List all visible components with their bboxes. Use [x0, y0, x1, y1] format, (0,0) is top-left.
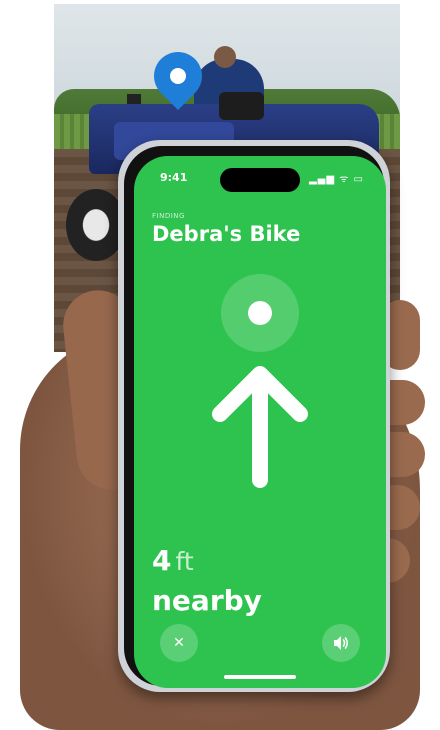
proximity-label: nearby	[152, 584, 262, 617]
find-my-screen: 9:41 ▂▄▆ ᯤ ▭ FINDING Debra's Bike 4 ft ne…	[134, 156, 386, 688]
speaker-icon	[334, 636, 349, 650]
target-dot	[248, 301, 272, 325]
location-pin-center	[170, 68, 186, 84]
driver-head	[214, 46, 236, 68]
device-name: Debra's Bike	[152, 222, 301, 246]
status-indicators: ▂▄▆ ᯤ ▭	[308, 174, 364, 185]
arrow-up-icon	[212, 366, 308, 488]
status-time: 9:41	[160, 171, 188, 184]
dynamic-island	[220, 168, 300, 192]
finding-label: FINDING	[152, 212, 185, 220]
tractor-wheel	[66, 189, 126, 261]
distance-value: 4	[152, 544, 172, 577]
phone-bezel: 9:41 ▂▄▆ ᯤ ▭ FINDING Debra's Bike 4 ft ne…	[124, 146, 386, 688]
distance-unit: ft	[175, 547, 194, 576]
phone-device: 9:41 ▂▄▆ ᯤ ▭ FINDING Debra's Bike 4 ft ne…	[118, 140, 390, 692]
close-button[interactable]: ✕	[160, 624, 198, 662]
home-indicator[interactable]	[224, 675, 296, 679]
play-sound-button[interactable]	[322, 624, 360, 662]
tractor-seat	[219, 92, 264, 120]
close-icon: ✕	[173, 635, 185, 651]
distance-readout: 4 ft	[152, 544, 194, 577]
